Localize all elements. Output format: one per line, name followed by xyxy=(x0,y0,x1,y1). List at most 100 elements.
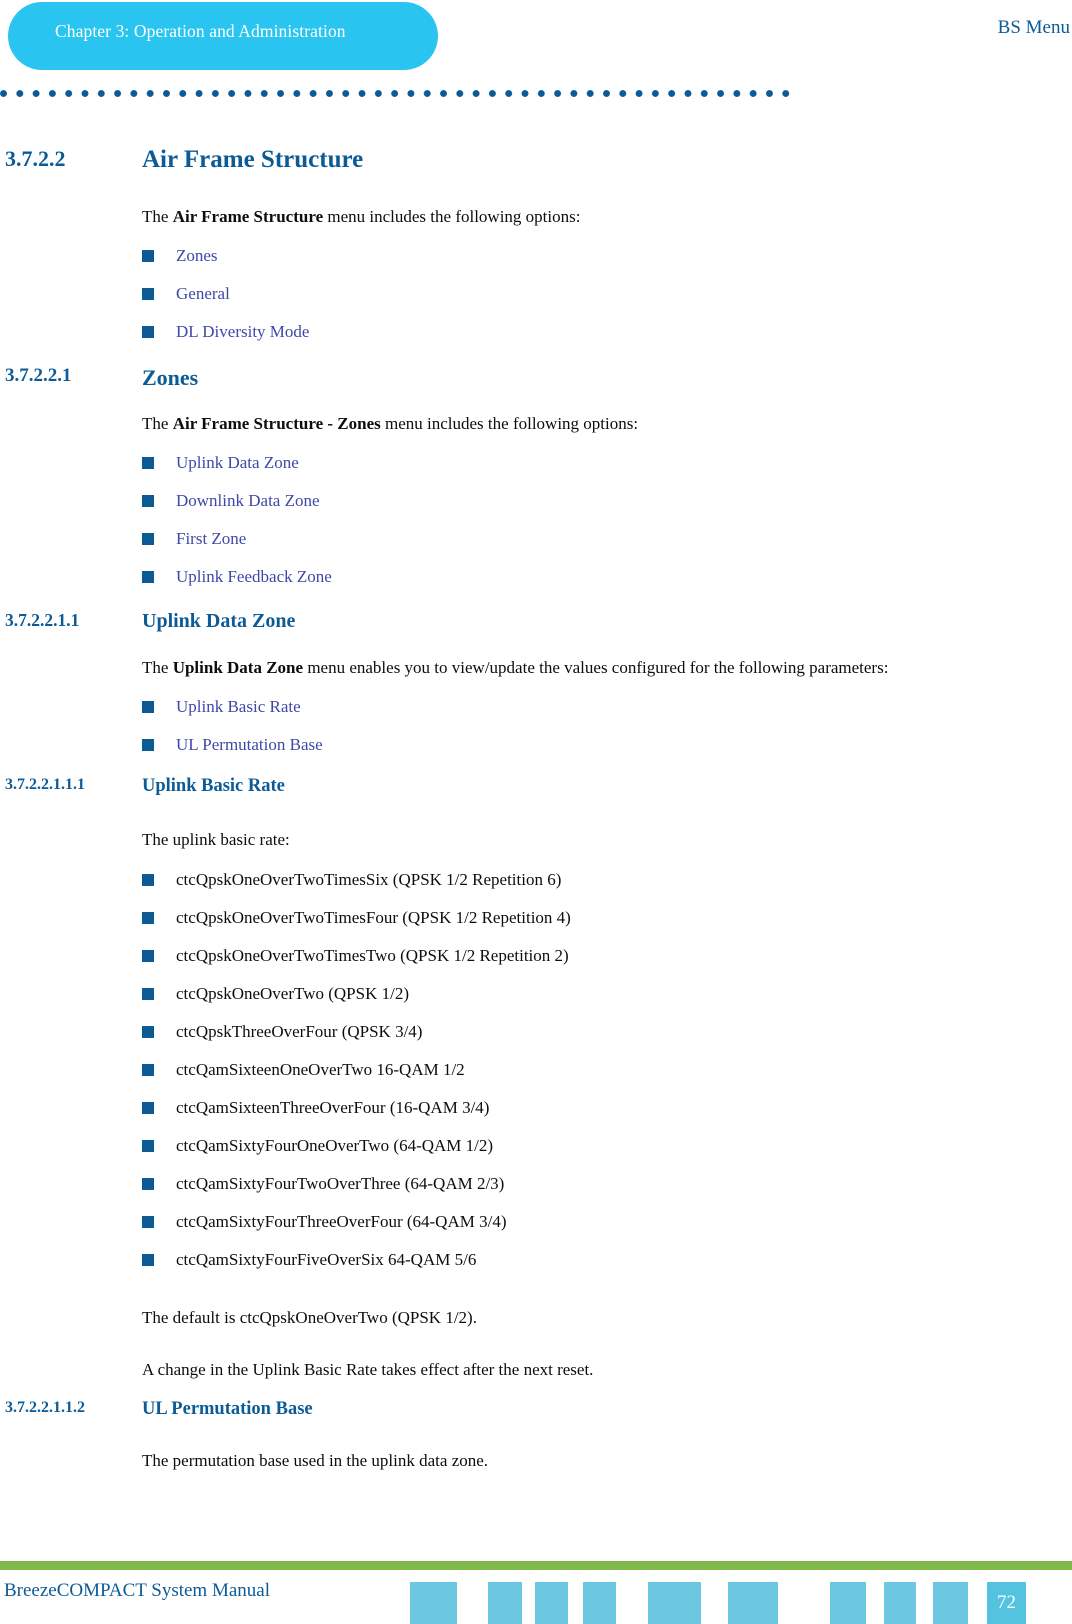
list-item[interactable]: Downlink Data Zone xyxy=(142,490,1072,512)
manual-title: BreezeCOMPACT System Manual xyxy=(4,1580,270,1601)
intro-prefix: The xyxy=(142,658,173,677)
paragraph-reset-note: A change in the Uplink Basic Rate takes … xyxy=(142,1360,594,1379)
footer-decoration-block xyxy=(884,1582,916,1624)
intro-prefix: The xyxy=(142,207,173,226)
list-item[interactable]: General xyxy=(142,283,1072,305)
square-bullet-icon xyxy=(142,1216,154,1228)
paragraph-air-frame-intro: The Air Frame Structure menu includes th… xyxy=(142,206,1072,228)
section-title: Zones xyxy=(142,365,199,390)
paragraph-default-rate-note: The default is ctcQpskOneOverTwo (QPSK 1… xyxy=(142,1308,477,1327)
section-number: 3.7.2.2.1 xyxy=(5,365,72,386)
link-label[interactable]: Downlink Data Zone xyxy=(176,491,320,510)
document-content: 3.7.2.2 Air Frame Structure The Air Fram… xyxy=(0,120,1072,1489)
rate-option-label: ctcQamSixteenThreeOverFour (16-QAM 3/4) xyxy=(176,1098,490,1117)
running-head-bs-menu: BS Menu xyxy=(997,17,1070,38)
intro-prefix: The xyxy=(142,414,173,433)
heading-uplink-basic-rate: 3.7.2.2.1.1.1 Uplink Basic Rate xyxy=(0,776,1072,797)
list-item[interactable]: Uplink Feedback Zone xyxy=(142,566,1072,588)
list-item: ctcQamSixteenThreeOverFour (16-QAM 3/4) xyxy=(142,1097,1072,1119)
section-title: UL Permutation Base xyxy=(142,1399,313,1419)
list-item: ctcQpskOneOverTwoTimesSix (QPSK 1/2 Repe… xyxy=(142,869,1072,891)
list-zones-options: Uplink Data Zone Downlink Data Zone Firs… xyxy=(0,452,1072,588)
list-item[interactable]: Uplink Data Zone xyxy=(142,452,1072,474)
section-number: 3.7.2.2.1.1.2 xyxy=(5,1399,85,1416)
link-label[interactable]: Uplink Data Zone xyxy=(176,453,299,472)
list-item: ctcQpskOneOverTwo (QPSK 1/2) xyxy=(142,983,1072,1005)
square-bullet-icon xyxy=(142,326,154,338)
list-item: ctcQpskOneOverTwoTimesTwo (QPSK 1/2 Repe… xyxy=(142,945,1072,967)
square-bullet-icon xyxy=(142,1254,154,1266)
heading-air-frame-structure: 3.7.2.2 Air Frame Structure xyxy=(0,146,1072,174)
heading-uplink-data-zone: 3.7.2.2.1.1 Uplink Data Zone xyxy=(0,610,1072,633)
list-item[interactable]: Uplink Basic Rate xyxy=(142,696,1072,718)
rate-option-label: ctcQpskThreeOverFour (QPSK 3/4) xyxy=(176,1022,423,1041)
footer-decoration-block xyxy=(488,1582,522,1624)
square-bullet-icon xyxy=(142,457,154,469)
square-bullet-icon xyxy=(142,912,154,924)
rate-option-label: ctcQpskOneOverTwoTimesSix (QPSK 1/2 Repe… xyxy=(176,870,562,889)
list-item: ctcQamSixtyFourOneOverTwo (64-QAM 1/2) xyxy=(142,1135,1072,1157)
list-item: ctcQpskOneOverTwoTimesFour (QPSK 1/2 Rep… xyxy=(142,907,1072,929)
dotted-rule-divider xyxy=(0,90,794,98)
chapter-label: Chapter 3: Operation and Administration xyxy=(55,21,346,41)
section-title: Uplink Basic Rate xyxy=(142,776,285,796)
link-label[interactable]: UL Permutation Base xyxy=(176,735,323,754)
section-title: Uplink Data Zone xyxy=(142,610,296,632)
intro-bold: Uplink Data Zone xyxy=(172,658,304,677)
footer-decoration-block xyxy=(933,1582,968,1624)
rate-option-label: ctcQamSixtyFourFiveOverSix 64-QAM 5/6 xyxy=(176,1250,477,1269)
list-item[interactable]: UL Permutation Base xyxy=(142,734,1072,756)
heading-zones: 3.7.2.2.1 Zones xyxy=(0,365,1072,391)
list-air-frame-options: Zones General DL Diversity Mode xyxy=(0,245,1072,343)
footer-green-rule xyxy=(0,1561,1072,1570)
list-item[interactable]: Zones xyxy=(142,245,1072,267)
paragraph-uplink-basic-rate-intro: The uplink basic rate: xyxy=(142,830,290,849)
square-bullet-icon xyxy=(142,533,154,545)
rate-option-label: ctcQamSixtyFourThreeOverFour (64-QAM 3/4… xyxy=(176,1212,507,1231)
list-item[interactable]: First Zone xyxy=(142,528,1072,550)
list-uplink-data-zone-params: Uplink Basic Rate UL Permutation Base xyxy=(0,696,1072,756)
intro-bold: Air Frame Structure xyxy=(172,207,324,226)
square-bullet-icon xyxy=(142,1064,154,1076)
square-bullet-icon xyxy=(142,1102,154,1114)
intro-bold: Air Frame Structure - Zones xyxy=(172,414,381,433)
square-bullet-icon xyxy=(142,495,154,507)
footer-decoration-block xyxy=(535,1582,568,1624)
list-item: ctcQamSixtyFourFiveOverSix 64-QAM 5/6 xyxy=(142,1249,1072,1271)
link-label[interactable]: Zones xyxy=(176,246,218,265)
section-number: 3.7.2.2 xyxy=(5,146,66,171)
section-number: 3.7.2.2.1.1.1 xyxy=(5,776,85,793)
square-bullet-icon xyxy=(142,1026,154,1038)
footer-decoration-block xyxy=(830,1582,866,1624)
intro-suffix: menu includes the following options: xyxy=(323,207,581,226)
page-number: 72 xyxy=(987,1582,1026,1624)
paragraph-ul-permutation-base-intro: The permutation base used in the uplink … xyxy=(142,1451,489,1470)
list-item[interactable]: DL Diversity Mode xyxy=(142,321,1072,343)
square-bullet-icon xyxy=(142,571,154,583)
link-label[interactable]: Uplink Feedback Zone xyxy=(176,567,332,586)
rate-option-label: ctcQpskOneOverTwoTimesTwo (QPSK 1/2 Repe… xyxy=(176,946,569,965)
link-label[interactable]: First Zone xyxy=(176,529,246,548)
rate-option-label: ctcQamSixtyFourOneOverTwo (64-QAM 1/2) xyxy=(176,1136,494,1155)
square-bullet-icon xyxy=(142,250,154,262)
intro-suffix: menu enables you to view/update the valu… xyxy=(303,658,889,677)
square-bullet-icon xyxy=(142,1178,154,1190)
list-item: ctcQamSixtyFourThreeOverFour (64-QAM 3/4… xyxy=(142,1211,1072,1233)
square-bullet-icon xyxy=(142,701,154,713)
rate-option-label: ctcQpskOneOverTwo (QPSK 1/2) xyxy=(176,984,409,1003)
link-label[interactable]: Uplink Basic Rate xyxy=(176,697,301,716)
square-bullet-icon xyxy=(142,739,154,751)
footer-decoration-block xyxy=(410,1582,457,1624)
rate-option-label: ctcQamSixteenOneOverTwo 16-QAM 1/2 xyxy=(176,1060,465,1079)
page-header: Chapter 3: Operation and Administration … xyxy=(0,0,1072,120)
footer-decoration-block xyxy=(583,1582,616,1624)
section-title: Air Frame Structure xyxy=(142,146,364,173)
footer-decoration-block xyxy=(648,1582,701,1624)
link-label[interactable]: DL Diversity Mode xyxy=(176,322,309,341)
footer-decoration-block xyxy=(728,1582,778,1624)
section-number: 3.7.2.2.1.1 xyxy=(5,610,80,630)
list-item: ctcQpskThreeOverFour (QPSK 3/4) xyxy=(142,1021,1072,1043)
link-label[interactable]: General xyxy=(176,284,230,303)
heading-ul-permutation-base: 3.7.2.2.1.1.2 UL Permutation Base xyxy=(0,1399,1072,1420)
square-bullet-icon xyxy=(142,288,154,300)
